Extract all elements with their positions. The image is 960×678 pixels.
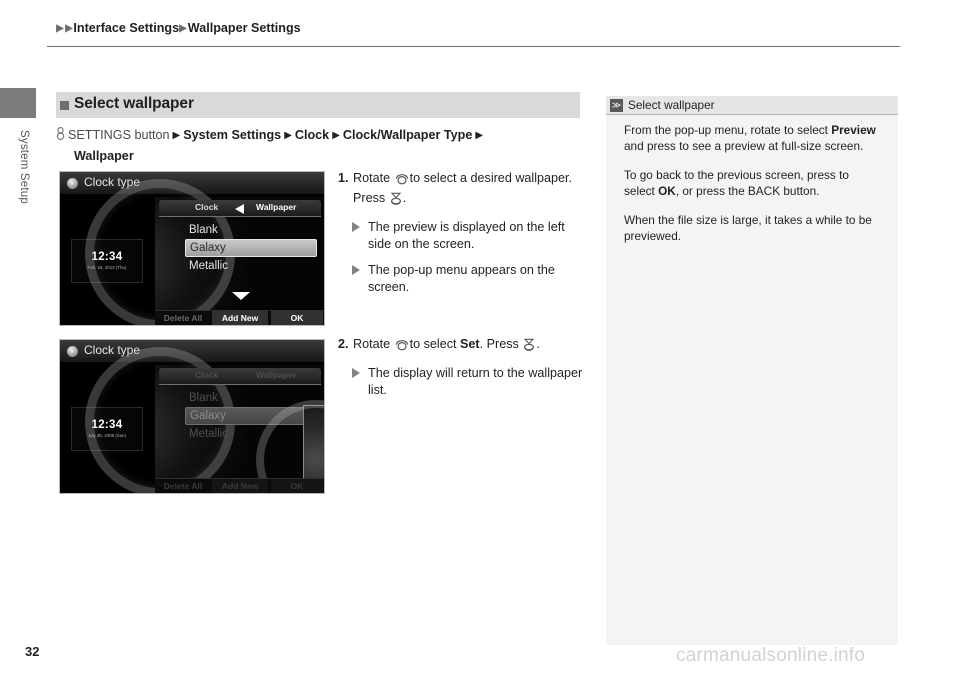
tab-wallpaper[interactable]: Wallpaper <box>256 202 296 212</box>
step-verb: Rotate <box>353 171 391 185</box>
step-number: 2. <box>338 337 349 351</box>
bullet-arrow-icon <box>352 265 360 275</box>
list-item[interactable]: Blank <box>185 221 317 239</box>
menu-path-step-3[interactable]: Wallpaper <box>56 147 586 166</box>
rotate-dial-icon <box>395 172 409 190</box>
gear-icon <box>67 178 78 189</box>
breadcrumb-arrow-icon: ▶ <box>56 23 64 34</box>
breadcrumb: ▶▶Interface Settings▶Wallpaper Settings <box>56 21 301 35</box>
breadcrumb-item-0[interactable]: Interface Settings <box>73 21 179 35</box>
rotate-dial-icon <box>395 338 409 356</box>
path-arrow-icon: ▶ <box>172 130 181 141</box>
ref-text: When the file size is large, it takes a … <box>624 213 872 243</box>
bullet-text: The pop-up menu appears on the screen. <box>368 263 555 294</box>
tab-clock[interactable]: Clock <box>195 370 218 380</box>
ref-bold-preview: Preview <box>831 123 876 137</box>
bullet-arrow-icon <box>352 368 360 378</box>
press-knob-icon <box>390 192 402 210</box>
delete-all-button[interactable]: Delete All <box>157 311 209 325</box>
device-tab-strip: Clock Wallpaper <box>159 200 321 217</box>
device-list-pane: Clock Wallpaper Blank Galaxy Metallic Se… <box>85 347 325 494</box>
reference-paragraph: To go back to the previous screen, press… <box>624 167 882 199</box>
path-arrow-icon: ▶ <box>332 130 340 141</box>
bullet-text: The preview is displayed on the left sid… <box>368 220 565 251</box>
add-new-button: Add New <box>212 479 268 493</box>
step-number: 1. <box>338 171 349 185</box>
step-verb: Rotate <box>353 337 391 351</box>
bullet-arrow-icon <box>352 222 360 232</box>
gear-icon <box>67 346 78 357</box>
menu-path-lead: SETTINGS button <box>68 128 170 142</box>
reference-paragraph: When the file size is large, it takes a … <box>624 212 882 244</box>
popup-item-preview[interactable]: Preview <box>324 457 325 475</box>
breadcrumb-arrow-icon: ▶ <box>179 23 187 34</box>
page-number: 32 <box>25 644 40 659</box>
reference-marker-icon: ≫ <box>610 99 623 112</box>
manual-page: System Setup ▶▶Interface Settings▶Wallpa… <box>0 0 960 678</box>
device-button-bar: Delete All Add New OK <box>155 310 324 325</box>
reference-panel-title: Select wallpaper <box>628 98 715 112</box>
list-item[interactable]: Metallic <box>185 257 317 275</box>
list-item[interactable]: Galaxy <box>185 239 317 257</box>
popup-item-set[interactable]: Set <box>324 436 325 454</box>
press-knob-icon <box>523 338 535 356</box>
breadcrumb-arrow-icon: ▶ <box>64 23 73 34</box>
ref-bold-ok: OK <box>658 184 676 198</box>
ref-text: and press to see a preview at full-size … <box>624 139 864 153</box>
section-heading-bar: Select wallpaper <box>56 92 580 118</box>
step-text-mid: to select <box>409 337 457 351</box>
device-list-pane: Clock Wallpaper Blank Galaxy Metallic <box>85 179 324 325</box>
step-text: 2. Rotate to select Set. Press . <box>338 336 588 356</box>
ref-text: From the pop-up menu, rotate to select <box>624 123 832 137</box>
reference-panel: ≫ Select wallpaper From the pop-up menu,… <box>606 96 898 645</box>
breadcrumb-item-1[interactable]: Wallpaper Settings <box>188 21 301 35</box>
device-screenshot-2: Clock type 12:34 July 25, 2008 (Sun) Clo… <box>59 339 325 494</box>
chapter-tab-marker <box>0 88 36 118</box>
ref-text: , or press the BACK button. <box>675 184 820 198</box>
delete-all-button: Delete All <box>163 481 203 491</box>
bullet-text: The display will return to the wallpaper… <box>368 366 583 397</box>
ok-button: OK <box>271 479 323 493</box>
reference-panel-header: ≫ Select wallpaper <box>606 96 898 115</box>
device-tab-strip: Clock Wallpaper <box>159 368 321 385</box>
device-button-bar: Delete All Add New OK <box>155 478 324 493</box>
settings-knob-icon <box>56 127 65 147</box>
watermark: carmanualsonline.info <box>676 645 866 666</box>
menu-path-step-1[interactable]: Clock <box>295 128 329 142</box>
reference-paragraph: From the pop-up menu, rotate to select P… <box>624 122 882 154</box>
step-target-label: Set <box>460 337 480 351</box>
header-divider <box>47 46 900 47</box>
device-screenshot-1: Clock type 12:34 Feb. 16, 2012 (Thu) Clo… <box>59 171 325 326</box>
square-bullet-icon <box>60 101 69 110</box>
step-bullet: The pop-up menu appears on the screen. <box>338 262 588 296</box>
path-arrow-icon: ▶ <box>475 130 484 141</box>
instruction-step-1: 1. Rotate to select a desired wallpaper. … <box>338 170 588 296</box>
scroll-down-arrow-icon[interactable] <box>232 292 250 300</box>
tab-cursor-icon <box>235 203 244 214</box>
step-bullet: The preview is displayed on the left sid… <box>338 219 588 253</box>
menu-path: SETTINGS button ▶ System Settings ▶ Clock ▶ Cl… <box>56 126 586 166</box>
instruction-step-2: 2. Rotate to select Set. Press . The disp… <box>338 336 588 399</box>
wallpaper-list: Blank Galaxy Metallic <box>155 221 324 275</box>
menu-path-step-2[interactable]: Clock/Wallpaper Type <box>343 128 472 142</box>
page-title: Select wallpaper <box>74 95 194 112</box>
step-text-end: . <box>536 337 540 351</box>
chapter-tab-label: System Setup <box>18 130 30 204</box>
path-arrow-icon: ▶ <box>284 130 292 141</box>
add-new-button[interactable]: Add New <box>212 311 268 325</box>
reference-panel-body: From the pop-up menu, rotate to select P… <box>624 122 882 257</box>
popup-item-delete: Delete <box>324 478 325 494</box>
tab-clock[interactable]: Clock <box>195 202 218 212</box>
tab-wallpaper[interactable]: Wallpaper <box>256 370 296 380</box>
step-text: 1. Rotate to select a desired wallpaper. … <box>338 170 588 210</box>
step-bullet: The display will return to the wallpaper… <box>338 365 588 399</box>
ok-button[interactable]: OK <box>271 311 323 325</box>
step-text-end: . <box>402 191 407 205</box>
step-text-mid-b: . Press <box>479 337 519 351</box>
menu-path-step-0[interactable]: System Settings <box>183 128 281 142</box>
